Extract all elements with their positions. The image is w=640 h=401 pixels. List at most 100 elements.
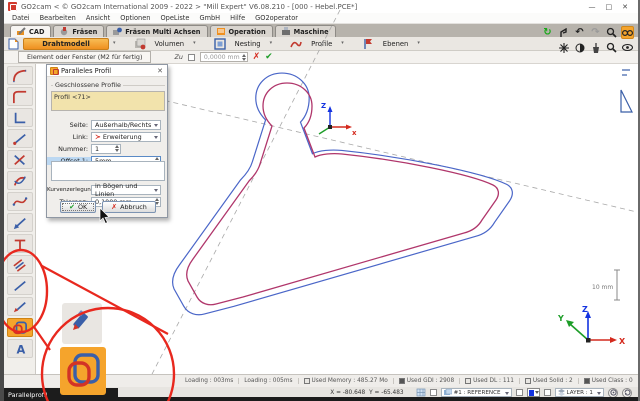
trim-icon[interactable] <box>7 234 33 253</box>
menu-hilfe[interactable]: Hilfe <box>230 14 245 22</box>
kurvenzerlegung-label: Kurvenzerlegung: <box>47 187 91 193</box>
menu-gmbh[interactable]: GmbH <box>199 14 220 22</box>
offset-list-box[interactable] <box>51 161 165 181</box>
solid-icon <box>525 378 531 384</box>
svg-text:A: A <box>16 342 25 356</box>
seite-select[interactable]: Außerhalb/Rechts <box>91 120 161 130</box>
parallel-profile-icon <box>65 352 101 390</box>
layer-settings-icon[interactable] <box>608 388 618 398</box>
dropdown-caret-icon[interactable]: ▾ <box>113 41 116 46</box>
tab-fraesen-multi-achsen[interactable]: Fräsen Multi Achsen <box>106 25 207 37</box>
app-window: GO2cam < © GO2cam International 2009 - 2… <box>0 0 640 401</box>
display-list-icon <box>465 378 471 384</box>
view-eye-icon[interactable] <box>621 41 634 54</box>
menu-bar: Datei Bearbeiten Ansicht Optionen OpeLis… <box>4 13 638 24</box>
pan-icon[interactable] <box>557 26 570 39</box>
gdi-icon <box>399 378 405 384</box>
maximize-button[interactable]: □ <box>606 3 613 11</box>
spinner-arrows-icon[interactable] <box>115 145 119 152</box>
pencil-line-icon[interactable] <box>7 297 33 316</box>
menu-opeliste[interactable]: OpeListe <box>160 14 189 22</box>
paralleles-profil-dialog: Paralleles Profil ✕ Geschlossene Profile… <box>46 64 168 218</box>
nummer-spinner[interactable]: 1 <box>91 144 121 154</box>
dropdown-caret-icon[interactable]: ▾ <box>270 41 273 46</box>
window-title: GO2cam < © GO2cam International 2009 - 2… <box>21 3 357 11</box>
ribbon-profile-button[interactable]: Profile <box>306 38 337 50</box>
curve-arrows-icon[interactable] <box>7 171 33 190</box>
dialog-close-icon[interactable]: ✕ <box>157 67 164 75</box>
memory-icon <box>304 378 310 384</box>
profile-listbox[interactable]: Profil <71> <box>51 91 165 111</box>
ribbon-ebenen-button[interactable]: Ebenen <box>378 38 414 50</box>
single-line-icon[interactable] <box>7 276 33 295</box>
parallel-lines-icon[interactable] <box>7 255 33 274</box>
spline-icon[interactable] <box>7 192 33 211</box>
dialog-title: Paralleles Profil <box>61 67 111 75</box>
fit-view-icon[interactable] <box>621 26 634 39</box>
close-button[interactable]: ✕ <box>622 3 628 11</box>
prompt-confirm-icon[interactable]: ✔ <box>265 52 273 62</box>
line-tool-icon[interactable] <box>7 129 33 148</box>
erase-icon[interactable] <box>589 41 602 54</box>
direction-arrow-icon[interactable] <box>7 213 33 232</box>
refresh-icon[interactable]: ↻ <box>541 26 554 39</box>
layer-select[interactable]: LAYER : 1 <box>555 388 604 397</box>
layer-checkbox[interactable] <box>544 389 551 396</box>
spinner-arrows-icon[interactable] <box>242 54 246 61</box>
color-checkbox[interactable] <box>516 389 523 396</box>
zoom-icon[interactable] <box>605 26 618 39</box>
menu-optionen[interactable]: Optionen <box>120 14 150 22</box>
prompt-checkbox[interactable] <box>188 54 195 61</box>
dropdown-caret-icon[interactable]: ▾ <box>341 41 344 46</box>
refresh-layers-icon[interactable] <box>622 388 632 398</box>
prompt-zu-label: Zu <box>174 53 182 61</box>
menu-datei[interactable]: Datei <box>12 14 30 22</box>
text-tool-icon[interactable]: A <box>7 339 33 358</box>
fillet-corner-icon[interactable] <box>7 87 33 106</box>
ok-button[interactable]: ✔OK <box>60 201 96 213</box>
machine-icon <box>282 27 291 36</box>
ribbon-drahtmodell-button[interactable]: Drahtmodell <box>23 38 109 50</box>
redo-icon[interactable]: ↷ <box>589 26 602 39</box>
color-swatch-dropdown[interactable] <box>527 388 540 397</box>
zoom-window-icon[interactable] <box>605 41 618 54</box>
chamfer-icon[interactable] <box>7 150 33 169</box>
prompt-value-spinner[interactable]: 0,0000 mm <box>200 52 248 62</box>
menu-go2operator[interactable]: GO2operator <box>255 14 298 22</box>
menu-bearbeiten[interactable]: Bearbeiten <box>40 14 76 22</box>
dropdown-caret-icon[interactable]: ▾ <box>417 41 420 46</box>
inset-parallel-profile-tool <box>60 347 106 395</box>
tab-maschine[interactable]: Maschine <box>275 25 336 37</box>
scale-label: 10 mm <box>592 284 613 291</box>
window-border-left <box>0 0 4 401</box>
plane-checkbox[interactable] <box>430 389 437 396</box>
dropdown-caret-icon[interactable]: ▾ <box>193 41 196 46</box>
shading-icon[interactable] <box>573 41 586 54</box>
tab-fraesen[interactable]: Fräsen <box>53 25 104 37</box>
fillet-round-icon[interactable] <box>7 66 33 85</box>
select-caret-icon <box>505 392 509 395</box>
ribbon-volumen-button[interactable]: Volumen <box>150 38 190 50</box>
grid-snap-icon[interactable] <box>416 388 426 397</box>
prompt-cancel-icon[interactable]: ✗ <box>253 52 261 62</box>
prompt-message: Element oder Fenster (M2 für fertig) <box>18 51 151 63</box>
undo-icon[interactable]: ↶ <box>573 26 586 39</box>
profile-icon <box>290 38 302 50</box>
operation-icon <box>217 27 226 36</box>
tab-operation[interactable]: Operation <box>210 25 273 37</box>
plane-select[interactable]: #1 : REFERENCE <box>441 388 512 397</box>
dialog-title-bar[interactable]: Paralleles Profil ✕ <box>47 65 167 77</box>
volume-icon <box>134 38 146 50</box>
kurvenzerlegung-select[interactable]: in Bögen und Linien <box>91 185 161 195</box>
plane-icon <box>444 389 452 396</box>
menu-ansicht[interactable]: Ansicht <box>86 14 110 22</box>
minimize-button[interactable]: — <box>589 3 596 11</box>
ribbon-nesting-button[interactable]: Nesting <box>230 38 266 50</box>
render-mode-icon[interactable] <box>557 41 570 54</box>
abbruch-button[interactable]: ✗Abbruch <box>102 201 156 213</box>
parallel-profile-tool[interactable] <box>7 318 33 337</box>
milling-icon <box>60 27 69 36</box>
corner-line-icon[interactable] <box>7 108 33 127</box>
link-select[interactable]: ≻Erweiterung <box>91 132 161 142</box>
tab-cad[interactable]: CAD <box>10 25 51 37</box>
